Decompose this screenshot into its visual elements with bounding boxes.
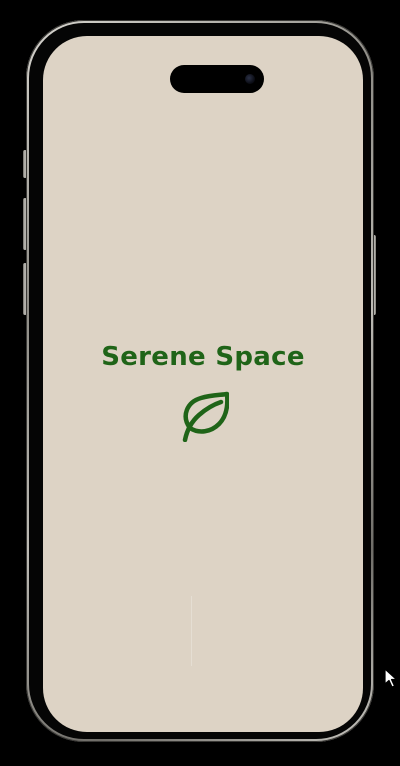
splash-screen: Serene Space (43, 36, 363, 732)
camera-icon (245, 74, 255, 84)
dynamic-island (170, 65, 264, 93)
screen-artifact (191, 596, 192, 666)
stage: Serene Space (0, 0, 400, 766)
phone-bezel: Serene Space (29, 23, 371, 739)
mouse-cursor-icon (384, 668, 398, 688)
phone-frame: Serene Space (26, 20, 374, 742)
leaf-icon (182, 391, 229, 442)
app-title: Serene Space (101, 342, 305, 372)
